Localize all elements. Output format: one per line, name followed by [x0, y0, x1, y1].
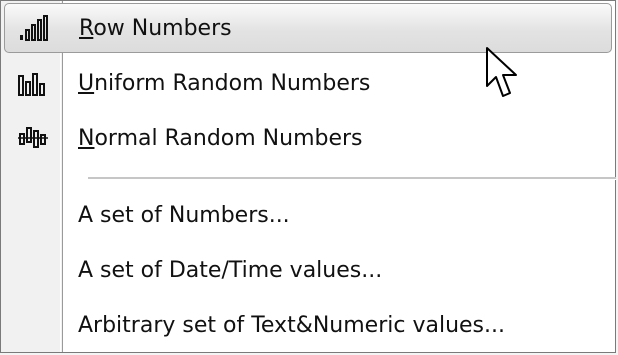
menu-item-normal-random-numbers[interactable]: Normal Random Numbers [4, 113, 612, 163]
menu-item-label: A set of Date/Time values... [78, 257, 383, 283]
menu-item-label: Uniform Random Numbers [78, 70, 371, 96]
menu-item-arbitrary-set-text-numeric[interactable]: Arbitrary set of Text&Numeric values... [4, 300, 612, 350]
bar-chart-ascending-icon [20, 15, 48, 41]
menu-item-label: Arbitrary set of Text&Numeric values... [78, 312, 505, 338]
menu-item-label: Row Numbers [79, 15, 232, 41]
menu-item-set-of-numbers[interactable]: A set of Numbers... [4, 190, 612, 240]
context-menu: Row Numbers Uniform Random Numbers Norma… [0, 0, 616, 353]
menu-item-row-numbers[interactable]: Row Numbers [4, 3, 612, 53]
menu-separator [88, 177, 616, 180]
menu-item-label: A set of Numbers... [78, 202, 290, 228]
bar-chart-random-icon [18, 73, 45, 96]
menu-item-label: Normal Random Numbers [78, 125, 363, 151]
bar-chart-normal-icon [18, 127, 48, 148]
menu-item-set-of-datetime-values[interactable]: A set of Date/Time values... [4, 245, 612, 295]
menu-item-uniform-random-numbers[interactable]: Uniform Random Numbers [4, 58, 612, 108]
